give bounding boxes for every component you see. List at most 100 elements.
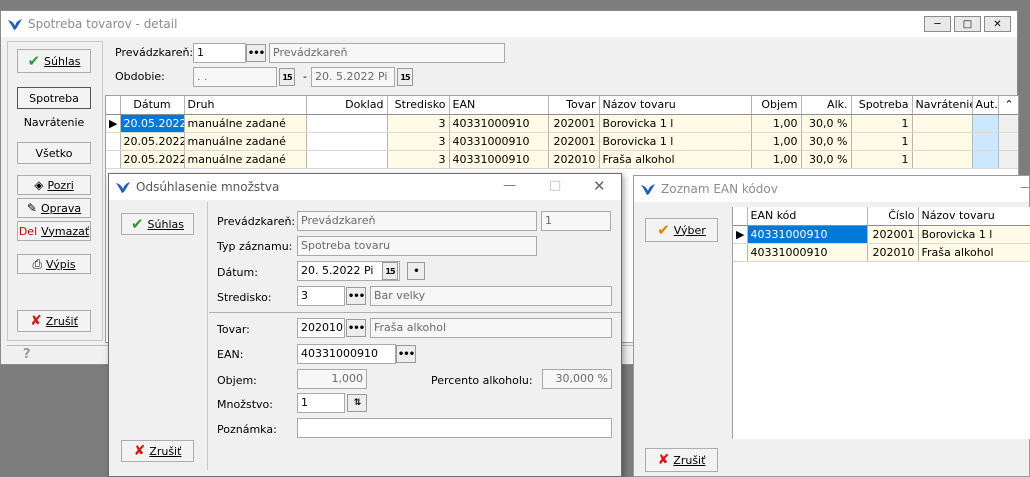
dialog-ok-button[interactable]: ✔ Súhlas: [121, 213, 194, 235]
tovar-code-input[interactable]: 202010: [297, 318, 345, 338]
vyber-button[interactable]: ✔ Výber: [645, 218, 718, 242]
minimize-icon[interactable]: —: [503, 178, 516, 193]
tovar-lookup-button[interactable]: •••: [346, 319, 366, 337]
cell-objem[interactable]: 1,00: [751, 132, 802, 151]
maximize-button[interactable]: □: [954, 16, 981, 32]
cell-tovar[interactable]: 202010: [548, 150, 600, 169]
calendar-icon[interactable]: 15: [382, 262, 398, 280]
cell-nazov[interactable]: Borovicka 1 l: [599, 132, 752, 151]
cell-stredisko[interactable]: 3: [387, 150, 450, 169]
table-row[interactable]: 20.05.2022 manuálne zadané 3 40331000910…: [106, 150, 1018, 169]
cell-spotreba[interactable]: 1: [851, 150, 913, 169]
cell-doklad[interactable]: [306, 150, 388, 169]
pozri-button[interactable]: ◈ Pozri: [17, 175, 91, 195]
cell-datum[interactable]: 20.05.2022: [120, 132, 185, 151]
oprava-button[interactable]: ✎ Oprava: [17, 198, 91, 218]
cell-druh[interactable]: manuálne zadané: [184, 150, 307, 169]
ean-cancel-button[interactable]: ✘ Zrušiť: [645, 448, 718, 472]
col-header[interactable]: Aut.: [972, 96, 999, 115]
main-cancel-button[interactable]: ✘ Zrušiť: [17, 310, 91, 332]
calendar-icon[interactable]: 15: [397, 68, 413, 86]
cell-aut[interactable]: [972, 132, 999, 151]
table-row[interactable]: 20.05.2022 manuálne zadané 3 40331000910…: [106, 132, 1018, 151]
col-header[interactable]: Číslo: [867, 207, 919, 226]
mnozstvo-input[interactable]: 1: [297, 393, 345, 413]
col-header[interactable]: Dátum: [120, 96, 185, 115]
scrollbar-track[interactable]: [998, 150, 1018, 169]
table-row[interactable]: ▶ 20.05.2022 manuálne zadané 3 403310009…: [106, 114, 1018, 133]
cell-objem[interactable]: 1,00: [751, 150, 802, 169]
col-header[interactable]: Názov tovaru: [918, 207, 1030, 226]
close-icon[interactable]: ✕: [593, 177, 606, 195]
ean-lookup-button[interactable]: •••: [396, 345, 416, 363]
cell-alk[interactable]: 30,0 %: [801, 114, 852, 133]
col-header[interactable]: Názov tovaru: [599, 96, 752, 115]
cell-nazov[interactable]: Borovicka 1 l: [918, 225, 1030, 244]
col-header[interactable]: Tovar: [548, 96, 600, 115]
scrollbar-track[interactable]: [998, 114, 1018, 133]
col-header[interactable]: Spotreba: [851, 96, 913, 115]
minimize-icon[interactable]: —: [1020, 180, 1030, 195]
cell-alk[interactable]: 30,0 %: [801, 150, 852, 169]
stredisko-code-input[interactable]: 3: [297, 286, 345, 306]
vymazat-button[interactable]: Del Vymazať: [17, 221, 91, 241]
cell-datum[interactable]: 20.05.2022: [120, 114, 185, 133]
scrollbar-track[interactable]: [998, 132, 1018, 151]
cell-aut[interactable]: [972, 114, 999, 133]
mnozstvo-spinner[interactable]: ⇅: [347, 394, 367, 412]
vypis-button[interactable]: ⎙ Výpis: [17, 254, 91, 274]
cell-objem[interactable]: 1,00: [751, 114, 802, 133]
spotreba-button[interactable]: Spotreba: [17, 87, 91, 109]
stredisko-lookup-button[interactable]: •••: [346, 287, 366, 305]
obdobie-to-input[interactable]: 20. 5.2022 Pi: [311, 67, 395, 87]
cell-aut[interactable]: [972, 150, 999, 169]
col-header[interactable]: Alk.: [801, 96, 852, 115]
vsetko-button[interactable]: Všetko: [17, 142, 91, 164]
poznamka-input[interactable]: [297, 418, 612, 438]
col-header[interactable]: Druh: [184, 96, 307, 115]
cell-spotreba[interactable]: 1: [851, 114, 913, 133]
cell-navratenie[interactable]: [912, 114, 973, 133]
cell-ean[interactable]: 40331000910: [449, 150, 549, 169]
cell-tovar[interactable]: 202001: [548, 132, 600, 151]
col-header[interactable]: Doklad: [306, 96, 388, 115]
scroll-up-icon[interactable]: ⌃: [998, 96, 1018, 115]
date-action-button[interactable]: •: [407, 262, 425, 280]
prevadzkaren-lookup-button[interactable]: •••: [246, 44, 266, 62]
cell-nazov[interactable]: Fraša alkohol: [918, 243, 1030, 262]
cell-doklad[interactable]: [306, 132, 388, 151]
cell-cislo[interactable]: 202001: [867, 225, 919, 244]
col-header[interactable]: EAN kód: [747, 207, 868, 226]
calendar-icon[interactable]: 15: [279, 68, 295, 86]
navratenie-button[interactable]: Navrátenie: [17, 111, 91, 133]
col-header[interactable]: EAN: [449, 96, 549, 115]
cell-tovar[interactable]: 202001: [548, 114, 600, 133]
cell-datum[interactable]: 20.05.2022: [120, 150, 185, 169]
close-button[interactable]: ✕: [984, 16, 1011, 32]
cell-navratenie[interactable]: [912, 150, 973, 169]
cell-cislo[interactable]: 202010: [867, 243, 919, 262]
prevadzkaren-code-input[interactable]: 1: [193, 43, 246, 63]
cell-ean[interactable]: 40331000910: [449, 114, 549, 133]
cell-nazov[interactable]: Borovicka 1 l: [599, 114, 752, 133]
cell-ean[interactable]: 40331000910: [449, 132, 549, 151]
col-header[interactable]: Navrátenie: [912, 96, 973, 115]
cell-druh[interactable]: manuálne zadané: [184, 132, 307, 151]
cell-doklad[interactable]: [306, 114, 388, 133]
help-icon[interactable]: ?: [23, 347, 31, 362]
minimize-button[interactable]: ─: [924, 16, 951, 32]
cell-navratenie[interactable]: [912, 132, 973, 151]
cell-alk[interactable]: 30,0 %: [801, 132, 852, 151]
table-row[interactable]: 40331000910 202010 Fraša alkohol: [733, 243, 1030, 262]
cell-druh[interactable]: manuálne zadané: [184, 114, 307, 133]
cell-spotreba[interactable]: 1: [851, 132, 913, 151]
col-header[interactable]: Objem: [751, 96, 802, 115]
ean-input[interactable]: 40331000910: [297, 344, 396, 364]
cell-nazov[interactable]: Fraša alkohol: [599, 150, 752, 169]
main-ok-button[interactable]: ✔ Súhlas: [17, 49, 91, 73]
cell-stredisko[interactable]: 3: [387, 132, 450, 151]
obdobie-from-input[interactable]: . .: [193, 67, 277, 87]
table-row[interactable]: ▶ 40331000910 202001 Borovicka 1 l: [733, 225, 1030, 244]
cell-ean[interactable]: 40331000910: [747, 243, 868, 262]
cell-stredisko[interactable]: 3: [387, 114, 450, 133]
